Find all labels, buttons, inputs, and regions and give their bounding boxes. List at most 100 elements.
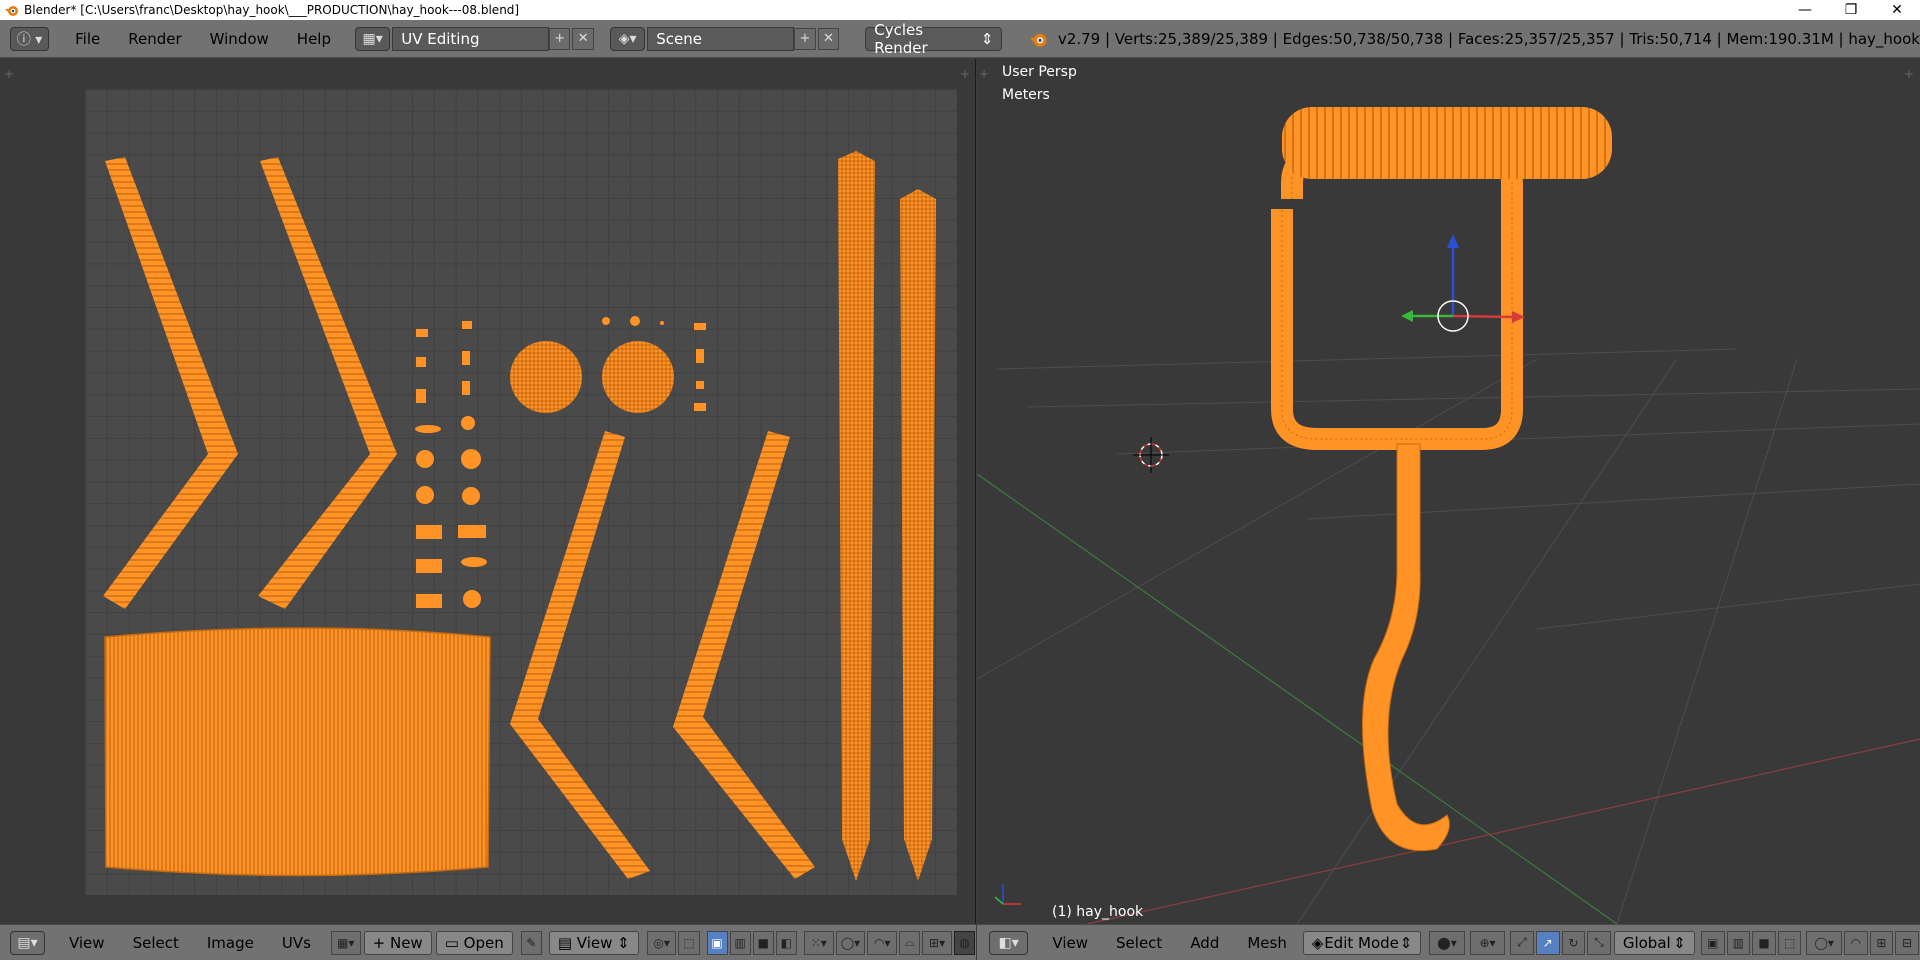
render-icon[interactable]: ◍: [953, 930, 976, 955]
x-icon: ✕: [823, 31, 834, 46]
new-image-button[interactable]: + New: [363, 930, 432, 955]
image-browse-button[interactable]: ▦▾: [330, 930, 361, 955]
window-titlebar: Blender* [C:\Users\franc\Desktop\hay_hoo…: [0, 0, 1920, 20]
viewport-scene[interactable]: [977, 59, 1920, 924]
hook-handle[interactable]: [1282, 107, 1612, 179]
uv-image-editor[interactable]: + +: [0, 59, 976, 924]
face-select-mode-icon[interactable]: ■: [752, 930, 774, 955]
object-name-label: (1) hay_hook: [1052, 904, 1144, 920]
image-editor-icon: ▤▾: [17, 934, 38, 951]
editor-type-button[interactable]: ▤▾: [10, 930, 45, 955]
render-engine-select[interactable]: Cycles Render ⇕: [865, 21, 1003, 57]
uv-island-long[interactable]: [838, 151, 875, 881]
uv-island-long[interactable]: [900, 189, 936, 881]
3d-cursor-icon[interactable]: [1133, 437, 1169, 473]
face-select-mode-icon[interactable]: ■: [1752, 930, 1776, 955]
updown-arrow-icon: ⇕: [1399, 933, 1413, 952]
add-scene-button[interactable]: +: [794, 27, 816, 50]
plus-icon: +: [799, 31, 811, 46]
snap-element-icon[interactable]: ⊟: [1895, 930, 1919, 955]
uv-island-strip[interactable]: [673, 431, 815, 879]
editor-type-button[interactable]: ◧▾: [989, 930, 1029, 955]
render-engine-label: Cycles Render: [874, 20, 928, 57]
vertex-select-mode-icon[interactable]: ▣: [706, 930, 728, 955]
proportional-edit-icon[interactable]: ◯▾: [1806, 930, 1842, 955]
uv-island-strip[interactable]: [103, 157, 238, 609]
view-mode-label: View: [576, 933, 613, 952]
falloff-icon[interactable]: ◠: [1843, 930, 1868, 955]
minimize-button[interactable]: —: [1782, 0, 1828, 20]
3d-view-icon: ◧▾: [998, 934, 1019, 951]
menu-render[interactable]: Render: [114, 30, 195, 48]
menu-window[interactable]: Window: [196, 30, 283, 48]
3d-viewport[interactable]: + + User Persp Meters (1) hay_hook: [977, 59, 1920, 924]
menu-image[interactable]: Image: [193, 934, 268, 952]
screen-layout-field[interactable]: UV Editing: [392, 26, 549, 51]
maximize-button[interactable]: ❐: [1828, 0, 1874, 20]
snap-element-icon[interactable]: ⊞▾: [922, 930, 952, 955]
orientation-label: Global: [1622, 933, 1671, 952]
scale-manipulator-icon[interactable]: ⤡: [1587, 930, 1611, 955]
close-button[interactable]: ✕: [1874, 0, 1920, 20]
shading-select[interactable]: ⬤▾: [1429, 930, 1465, 955]
menu-add[interactable]: Add: [1176, 934, 1233, 952]
snap-icon[interactable]: ⌓: [899, 930, 921, 955]
new-image-label: New: [389, 933, 423, 952]
mode-select[interactable]: ◈ Edit Mode ⇕: [1302, 930, 1422, 955]
view-mode-select[interactable]: ▤ View ⇕: [548, 930, 639, 955]
delete-screen-button[interactable]: ✕: [572, 27, 594, 50]
scene-browse-button[interactable]: ◈▾: [610, 26, 646, 51]
uv-island-disc[interactable]: [510, 341, 582, 413]
uv-island-strip[interactable]: [258, 157, 397, 609]
uv-island-strip[interactable]: [510, 431, 650, 879]
folder-icon: ▭: [444, 933, 464, 952]
screen-layout-browse-button[interactable]: ▦▾: [355, 26, 391, 51]
menu-view[interactable]: View: [1038, 934, 1102, 952]
blender-logo-icon: [1030, 33, 1047, 47]
pivot-select[interactable]: ⊕▾: [1469, 930, 1506, 955]
plus-icon: +: [554, 31, 566, 46]
menu-select[interactable]: Select: [119, 934, 193, 952]
manipulator-toggle-icon[interactable]: ⤢: [1510, 930, 1534, 955]
menu-file[interactable]: File: [61, 30, 114, 48]
uv-island-handle[interactable]: [104, 627, 491, 877]
menu-uvs[interactable]: UVs: [268, 934, 325, 952]
delete-scene-button[interactable]: ✕: [817, 27, 840, 50]
sync-selection-icon[interactable]: ⬚: [678, 930, 700, 955]
uv-island-disc[interactable]: [602, 341, 674, 413]
snap-icon[interactable]: ⊞: [1869, 930, 1894, 955]
open-image-button[interactable]: ▭ Open: [435, 930, 513, 955]
uv-editor-header: ▤▾ View Select Image UVs ▦▾ + New ▭ Open…: [0, 924, 976, 960]
menu-select[interactable]: Select: [1102, 934, 1176, 952]
pin-icon[interactable]: ✎: [520, 930, 542, 955]
falloff-icon[interactable]: ◠▾: [867, 930, 898, 955]
menu-view[interactable]: View: [55, 934, 119, 952]
plus-icon: +: [372, 933, 390, 952]
pivot-select[interactable]: ◎▾: [646, 930, 677, 955]
edge-select-mode-icon[interactable]: ▥: [729, 930, 751, 955]
edge-select-mode-icon[interactable]: ▥: [1726, 930, 1751, 955]
add-screen-button[interactable]: +: [548, 27, 571, 50]
menu-mesh[interactable]: Mesh: [1233, 934, 1301, 952]
hay-hook-mesh[interactable]: [1271, 107, 1612, 852]
rotate-manipulator-icon[interactable]: ↻: [1561, 930, 1586, 955]
uv-islands[interactable]: [0, 59, 976, 924]
view-mode-icon: ▤: [557, 933, 577, 952]
occlude-geometry-icon[interactable]: ⬚: [1777, 930, 1802, 955]
x-icon: ✕: [577, 31, 589, 46]
menu-help[interactable]: Help: [283, 30, 345, 48]
solid-sphere-icon: ⬤▾: [1437, 935, 1457, 950]
updown-arrow-icon: ⇕: [1673, 933, 1686, 952]
updown-arrow-icon: ⇕: [980, 29, 994, 48]
edit-mode-icon: ◈: [1311, 933, 1324, 952]
orientation-select[interactable]: Global ⇕: [1613, 930, 1695, 955]
island-select-mode-icon[interactable]: ◧: [775, 930, 797, 955]
scene-field[interactable]: Scene: [647, 26, 795, 51]
translate-manipulator-icon[interactable]: ↗: [1535, 930, 1560, 955]
sticky-select-icon[interactable]: ⁙▾: [803, 930, 834, 955]
scene-icon: ◈▾: [618, 30, 637, 47]
vertex-select-mode-icon[interactable]: ▣: [1700, 930, 1725, 955]
proportional-edit-icon[interactable]: ◯▾: [835, 930, 866, 955]
axis-widget-icon: [994, 884, 1021, 905]
editor-type-info-button[interactable]: ⓘ ▾: [10, 26, 50, 51]
